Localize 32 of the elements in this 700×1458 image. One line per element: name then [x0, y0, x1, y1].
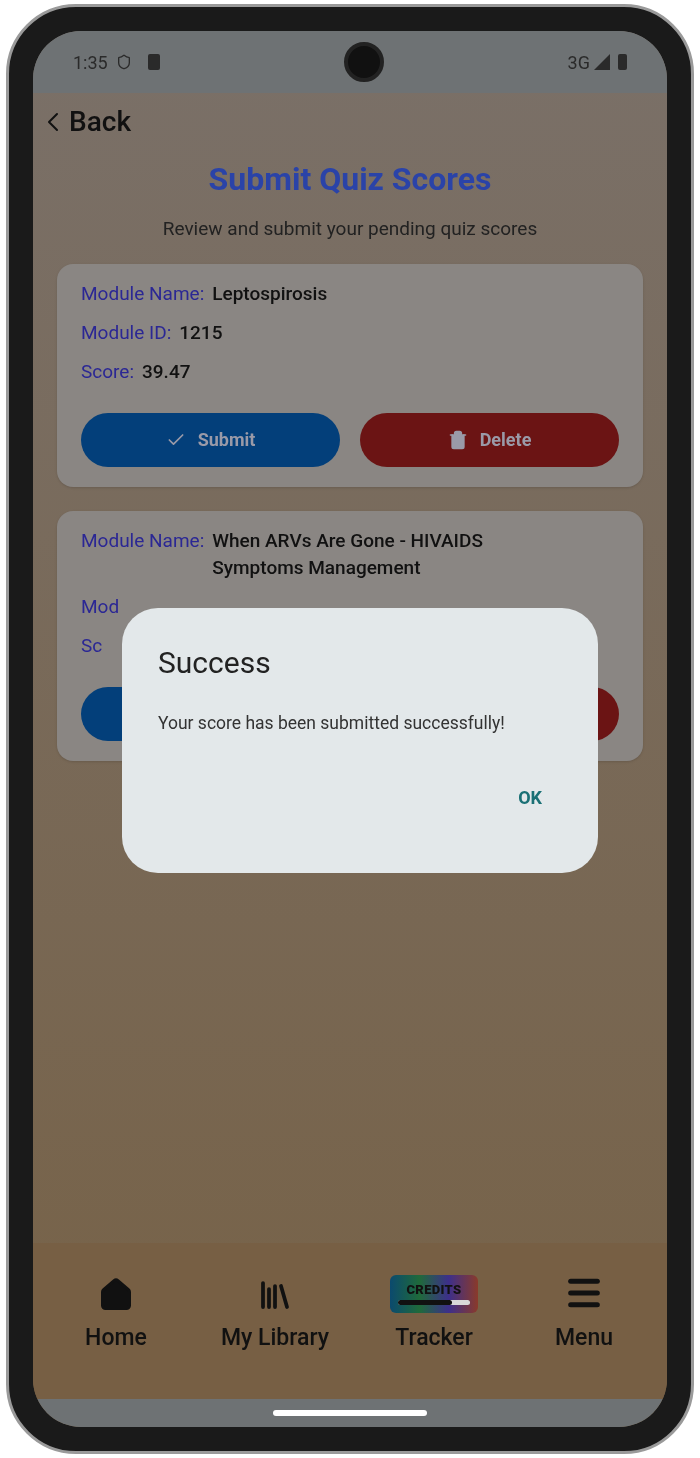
ok-button[interactable]: OK [518, 784, 542, 812]
field-value: 1215 [179, 319, 223, 346]
field-label: Module Name: [81, 527, 205, 554]
submit-button[interactable]: Submit [81, 412, 340, 467]
field-label: Sc [81, 632, 103, 659]
field-label: Mod [81, 593, 120, 620]
page-title: Submit Quiz Scores [208, 159, 492, 200]
shield-icon [115, 54, 132, 70]
sim-card-icon [147, 54, 160, 70]
camera-hole [343, 42, 384, 82]
dialog-title: Success [158, 648, 272, 678]
delete-button[interactable]: Delete [360, 412, 619, 467]
field-value: When ARVs Are Gone - HIVAIDS Symptoms Management [212, 527, 484, 581]
field-label: Module Name: [81, 280, 205, 307]
nav-tab[interactable]: Menu [538, 1270, 629, 1356]
nav-tab[interactable]: CREDITS Tracker [389, 1270, 479, 1356]
field-label: Module ID: [81, 319, 172, 346]
status-time: 1:35 [73, 50, 108, 75]
trash-icon [447, 429, 468, 450]
nav-tab[interactable]: My Library [220, 1270, 329, 1356]
signal-icon [594, 54, 610, 70]
dialog-message: Your score has been submitted successfully! [158, 712, 506, 735]
home-icon [98, 1276, 134, 1313]
field-value: 39.47 [142, 358, 191, 385]
page-subtitle: Review and submit your pending quiz scores [162, 216, 538, 242]
back-button[interactable]: Back [37, 101, 131, 143]
nav-tab[interactable]: Home [71, 1270, 161, 1356]
network-type: 3G [567, 50, 590, 75]
field-value: Leptospirosis [212, 280, 328, 307]
badge-text: CREDITS [406, 1282, 462, 1296]
field-label: Score: [81, 358, 134, 385]
battery-icon [618, 54, 627, 70]
